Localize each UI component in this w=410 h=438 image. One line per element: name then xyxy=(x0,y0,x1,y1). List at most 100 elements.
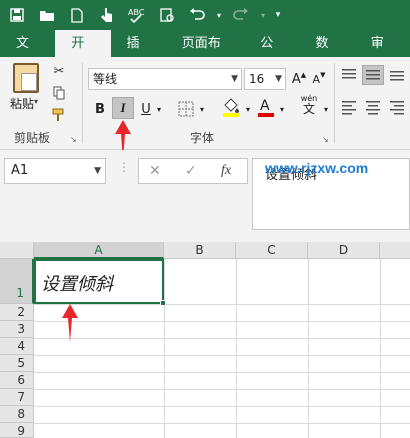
clipboard-group-label: 剪贴板 xyxy=(14,131,51,145)
align-bottom-icon[interactable] xyxy=(388,67,406,86)
gridline xyxy=(380,259,381,438)
redo-dropdown-icon[interactable]: ▾ xyxy=(258,2,268,28)
grow-font-button[interactable]: A ▲ xyxy=(290,68,308,90)
row-header-2[interactable]: 2 xyxy=(0,304,34,321)
group-divider xyxy=(334,63,335,143)
italic-button[interactable]: I xyxy=(112,97,134,119)
group-divider xyxy=(82,63,83,143)
worksheet-grid: A B C D 1 2 3 4 5 6 7 8 9 设置倾斜 xyxy=(0,242,410,438)
bold-button[interactable]: B xyxy=(90,98,110,120)
tab-file[interactable]: 文件 xyxy=(0,30,55,78)
font-size-select[interactable]: 16 ▼ xyxy=(244,68,286,90)
fill-color-dropdown-icon[interactable]: ▾ xyxy=(243,98,253,120)
name-box[interactable]: A1 ▼ xyxy=(4,158,106,184)
gridline xyxy=(34,355,410,356)
font-color-icon[interactable]: A xyxy=(256,96,276,118)
gridline xyxy=(34,321,410,322)
arrow-pointer-icon xyxy=(62,304,78,342)
redo-icon[interactable] xyxy=(228,2,254,28)
copy-icon[interactable] xyxy=(50,84,68,102)
borders-icon[interactable] xyxy=(176,98,196,120)
fill-handle[interactable] xyxy=(160,300,166,306)
formula-bar-splitter-icon[interactable]: ⋮ xyxy=(118,161,130,173)
clipboard-launcher-icon[interactable]: ↘ xyxy=(70,135,77,144)
tab-review[interactable]: 审阅 xyxy=(355,30,410,78)
undo-dropdown-icon[interactable]: ▾ xyxy=(214,2,224,28)
phonetic-guide-button[interactable]: wén 文 xyxy=(296,94,322,116)
gridline xyxy=(34,423,410,424)
font-launcher-icon[interactable]: ↘ xyxy=(322,135,329,144)
font-name-select[interactable]: 等线 ▼ xyxy=(88,68,242,90)
row-header-8[interactable]: 8 xyxy=(0,406,34,423)
row-header-3[interactable]: 3 xyxy=(0,321,34,338)
row-header-4[interactable]: 4 xyxy=(0,338,34,355)
align-right-icon[interactable] xyxy=(388,99,406,118)
column-header-b[interactable]: B xyxy=(164,242,236,259)
customize-toolbar-icon[interactable]: ▾ xyxy=(272,2,284,28)
phonetic-dropdown-icon[interactable]: ▾ xyxy=(321,98,331,120)
gridline xyxy=(34,338,410,339)
cut-icon[interactable]: ✂ xyxy=(50,62,68,80)
spelling-check-icon[interactable]: ABC xyxy=(124,2,150,28)
column-header-c[interactable]: C xyxy=(236,242,308,259)
gridline xyxy=(236,259,237,438)
tab-formulas[interactable]: 公式 xyxy=(244,30,299,78)
tab-home[interactable]: 开始 xyxy=(55,30,111,78)
paste-dropdown-icon[interactable]: ▾ xyxy=(34,97,38,106)
quick-access-toolbar: ABC ▾ ▾ ▾ xyxy=(0,0,410,30)
chevron-down-icon[interactable]: ▼ xyxy=(94,159,101,183)
tab-insert[interactable]: 插入 xyxy=(111,30,166,78)
fill-color-icon[interactable] xyxy=(220,96,242,118)
font-color-dropdown-icon[interactable]: ▾ xyxy=(277,98,287,120)
svg-text:A: A xyxy=(260,98,270,114)
clipboard-icon xyxy=(13,63,39,93)
new-file-icon[interactable] xyxy=(64,2,90,28)
row-header-7[interactable]: 7 xyxy=(0,389,34,406)
name-box-value: A1 xyxy=(11,163,29,178)
shrink-font-button[interactable]: A ▼ xyxy=(310,68,328,90)
formula-buttons: ✕ ✓ fx xyxy=(138,158,248,184)
format-painter-icon[interactable] xyxy=(50,106,68,124)
font-size-value: 16 xyxy=(249,72,265,86)
row-header-9[interactable]: 9 xyxy=(0,423,34,438)
chevron-down-icon[interactable]: ▼ xyxy=(275,69,282,89)
insert-function-button[interactable]: fx xyxy=(221,163,231,179)
select-all-corner[interactable] xyxy=(0,242,34,259)
open-folder-icon[interactable] xyxy=(34,2,60,28)
gridline xyxy=(34,304,410,305)
save-icon[interactable] xyxy=(4,2,30,28)
row-header-5[interactable]: 5 xyxy=(0,355,34,372)
touch-mode-icon[interactable] xyxy=(94,2,120,28)
underline-dropdown-icon[interactable]: ▾ xyxy=(154,98,164,120)
gridline xyxy=(164,259,165,438)
grow-font-label: A xyxy=(291,71,301,87)
column-header-next[interactable] xyxy=(380,242,410,259)
tab-data[interactable]: 数据 xyxy=(299,30,354,78)
cancel-icon[interactable]: ✕ xyxy=(149,163,161,179)
shrink-font-label: A xyxy=(312,72,321,86)
borders-dropdown-icon[interactable]: ▾ xyxy=(197,98,207,120)
row-header-1[interactable]: 1 xyxy=(0,259,34,304)
align-top-icon[interactable] xyxy=(340,67,358,86)
gridline xyxy=(308,259,309,438)
chevron-down-icon[interactable]: ▼ xyxy=(231,69,238,89)
enter-icon[interactable]: ✓ xyxy=(185,163,197,179)
undo-icon[interactable] xyxy=(184,2,210,28)
align-center-icon[interactable] xyxy=(364,99,382,118)
font-group-label: 字体 xyxy=(190,131,215,145)
gridline xyxy=(34,389,410,390)
align-left-icon[interactable] xyxy=(340,99,358,118)
column-header-a[interactable]: A xyxy=(34,242,164,259)
cell-a1[interactable]: 设置倾斜 xyxy=(34,259,164,304)
font-name-value: 等线 xyxy=(93,72,118,86)
row-header-6[interactable]: 6 xyxy=(0,372,34,389)
align-middle-icon[interactable] xyxy=(362,65,384,85)
column-header-d[interactable]: D xyxy=(308,242,380,259)
tab-page-layout[interactable]: 页面布局 xyxy=(166,30,244,78)
ribbon-tabs: 文件 开始 插入 页面布局 公式 数据 审阅 xyxy=(0,30,410,78)
underline-button[interactable]: U xyxy=(138,98,154,120)
gridline xyxy=(34,406,410,407)
phonetic-sub-label: 文 xyxy=(302,102,315,116)
gridline xyxy=(34,372,410,373)
print-preview-icon[interactable] xyxy=(154,2,180,28)
